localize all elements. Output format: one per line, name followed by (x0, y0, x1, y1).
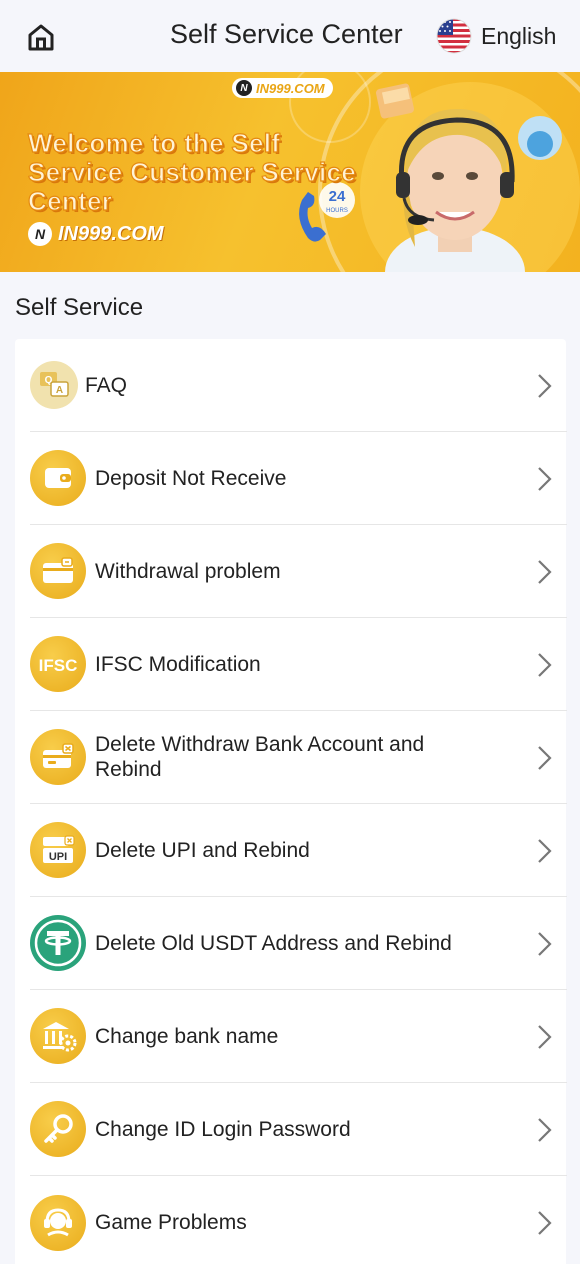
language-selector[interactable]: English (436, 17, 556, 55)
list-item-delete-bank[interactable]: Delete Withdraw Bank Account and Rebind (30, 711, 567, 804)
chevron-right-icon (538, 1118, 552, 1142)
chevron-right-icon (538, 560, 552, 584)
banner-headline: Welcome to the Self Service Customer Ser… (27, 128, 357, 216)
list-item-label: Game Problems (95, 1211, 247, 1234)
language-label: English (481, 22, 557, 49)
self-service-list: Q A FAQ Deposit Not Receive Withdrawal p… (15, 339, 567, 1264)
chevron-right-icon (538, 746, 552, 770)
usdt-icon (30, 915, 86, 971)
svg-text:A: A (56, 385, 63, 396)
list-item-label: Change bank name (95, 1024, 279, 1048)
list-item-faq[interactable]: Q A FAQ (30, 339, 567, 432)
svg-text:UPI: UPI (49, 851, 67, 863)
list-item-label: Delete UPI and Rebind (95, 838, 310, 862)
upi-icon: UPI (30, 822, 86, 878)
wallet-icon (30, 450, 86, 506)
list-item-label: Delete Old USDT Address and Rebind (95, 931, 452, 955)
list-item-label: Delete Withdraw Bank Account and Rebind (95, 733, 425, 781)
list-item-label: Change ID Login Password (95, 1117, 351, 1141)
chevron-right-icon (538, 1211, 552, 1235)
chevron-right-icon (538, 1025, 552, 1049)
us-flag-icon (436, 18, 472, 54)
chevron-right-icon (538, 374, 552, 398)
banner-brand-text: IN999.COM (256, 80, 325, 96)
banner-brand-bottom-text: IN999.COM (58, 222, 164, 245)
faq-icon: Q A (30, 361, 78, 409)
ifsc-icon: IFSC (30, 636, 86, 692)
list-item-label: IFSC Modification (95, 652, 261, 676)
header: Self Service Center English (0, 0, 580, 72)
list-item-withdrawal[interactable]: Withdrawal problem (30, 525, 567, 618)
list-item-label: Withdrawal problem (95, 559, 281, 583)
chevron-right-icon (538, 839, 552, 863)
chevron-right-icon (538, 467, 552, 491)
home-button[interactable] (22, 18, 60, 56)
bank-settings-icon (30, 1008, 86, 1064)
svg-text:IFSC: IFSC (39, 656, 78, 675)
key-icon (30, 1101, 86, 1157)
list-item-game-problems[interactable]: Game Problems (30, 1176, 567, 1264)
banner-brand-badge: N IN999.COM (232, 78, 333, 98)
section-title: Self Service (15, 294, 144, 321)
list-item-delete-upi[interactable]: UPI Delete UPI and Rebind (30, 804, 567, 897)
list-item-ifsc[interactable]: IFSC IFSC Modification (30, 618, 567, 711)
chevron-right-icon (538, 653, 552, 677)
home-icon (28, 24, 54, 51)
chevron-right-icon (538, 932, 552, 956)
list-item-change-bank-name[interactable]: Change bank name (30, 990, 567, 1083)
page-title: Self Service Center (170, 19, 403, 49)
list-item-label: FAQ (85, 373, 128, 397)
list-item-change-password[interactable]: Change ID Login Password (30, 1083, 567, 1176)
list-item-deposit[interactable]: Deposit Not Receive (30, 432, 567, 525)
list-item-label: Deposit Not Receive (95, 466, 287, 490)
welcome-banner: 24 HOURS N IN999.COM Welcome to the Self… (0, 72, 580, 272)
headset-icon (30, 1194, 86, 1251)
list-item-delete-usdt[interactable]: Delete Old USDT Address and Rebind (30, 897, 567, 990)
delete-card-icon (30, 729, 86, 785)
banner-brand-bottom: N IN999.COM (28, 222, 164, 246)
brand-logo-icon: N (28, 222, 52, 246)
brand-logo-icon: N (236, 80, 252, 96)
withdrawal-card-icon (30, 543, 86, 599)
